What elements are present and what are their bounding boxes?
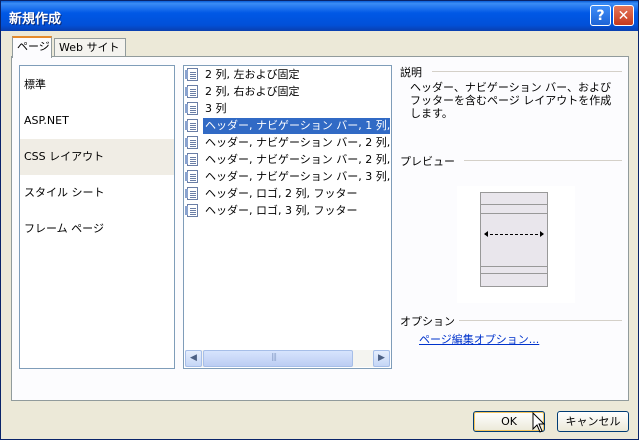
new-dialog: 新規作成 ? ✕ ページ Web サイト 標準 ASP.NET CSS レイアウ… — [0, 0, 639, 440]
category-style-sheet[interactable]: スタイル シート — [20, 175, 174, 211]
help-button[interactable]: ? — [590, 5, 611, 26]
tab-website[interactable]: Web サイト — [54, 38, 126, 57]
mouse-cursor-icon — [532, 412, 546, 433]
page-template-icon — [185, 136, 198, 149]
scroll-thumb[interactable] — [203, 350, 353, 367]
tab-panel: 標準 ASP.NET CSS レイアウト スタイル シート フレーム ページ 2… — [11, 56, 629, 401]
list-item[interactable]: ヘッダー, ナビゲーション バー, 2 列, フッター — [185, 135, 390, 151]
list-item[interactable]: ヘッダー, ナビゲーション バー, 3 列, フッター — [185, 169, 390, 185]
cancel-button[interactable]: キャンセル — [557, 411, 629, 432]
category-list[interactable]: 標準 ASP.NET CSS レイアウト スタイル シート フレーム ページ — [19, 65, 175, 369]
page-template-icon — [185, 170, 198, 183]
list-item[interactable]: 2 列, 右および固定 — [185, 84, 390, 100]
description-heading: 説明 — [400, 64, 426, 80]
list-item-selected[interactable]: ヘッダー, ナビゲーション バー, 1 列, フッター — [185, 118, 390, 134]
horizontal-scrollbar[interactable]: ◀ ▶ — [185, 350, 390, 367]
options-heading: オプション — [400, 313, 459, 329]
tab-page[interactable]: ページ — [12, 36, 52, 58]
list-item[interactable]: ヘッダー, ロゴ, 2 列, フッター — [185, 186, 390, 202]
window-title: 新規作成 — [9, 12, 62, 27]
page-template-icon — [185, 102, 198, 115]
layout-preview — [457, 186, 575, 303]
template-list[interactable]: 2 列, 左および固定 2 列, 右および固定 3 列 ヘッダー, ナビゲーショ… — [183, 65, 392, 369]
preview-heading: プレビュー — [400, 153, 459, 169]
description-text: ヘッダー、ナビゲーション バー、およびフッターを含むページ レイアウトを作成しま… — [410, 81, 612, 120]
page-template-icon — [185, 85, 198, 98]
close-button[interactable]: ✕ — [613, 5, 634, 26]
title-bar[interactable]: 新規作成 ? ✕ — [1, 1, 638, 31]
preview-footer-line — [481, 273, 547, 274]
list-item[interactable]: ヘッダー, ナビゲーション バー, 2 列, フッター — [185, 152, 390, 168]
page-template-icon — [185, 68, 198, 81]
scroll-left-icon[interactable]: ◀ — [185, 350, 202, 367]
double-arrow-icon — [484, 231, 544, 237]
list-item[interactable]: 3 列 — [185, 101, 390, 117]
preview-frame — [480, 192, 548, 287]
list-item[interactable]: ヘッダー, ロゴ, 3 列, フッター — [185, 203, 390, 219]
page-template-icon — [185, 187, 198, 200]
preview-footer-line — [481, 266, 547, 267]
category-aspnet[interactable]: ASP.NET — [20, 103, 174, 139]
page-template-icon — [185, 153, 198, 166]
page-template-icon — [185, 119, 198, 132]
category-standard[interactable]: 標準 — [20, 67, 174, 103]
preview-nav-line — [481, 213, 547, 214]
category-css-layout[interactable]: CSS レイアウト — [20, 139, 174, 175]
divider — [456, 320, 622, 321]
category-frame-page[interactable]: フレーム ページ — [20, 211, 174, 247]
scroll-right-icon[interactable]: ▶ — [373, 350, 390, 367]
preview-header-line — [481, 204, 547, 205]
divider — [464, 160, 622, 161]
page-template-icon — [185, 204, 198, 217]
list-item[interactable]: 2 列, 左および固定 — [185, 67, 390, 83]
page-edit-options-link[interactable]: ページ編集オプション... — [419, 331, 539, 347]
divider — [432, 71, 622, 72]
